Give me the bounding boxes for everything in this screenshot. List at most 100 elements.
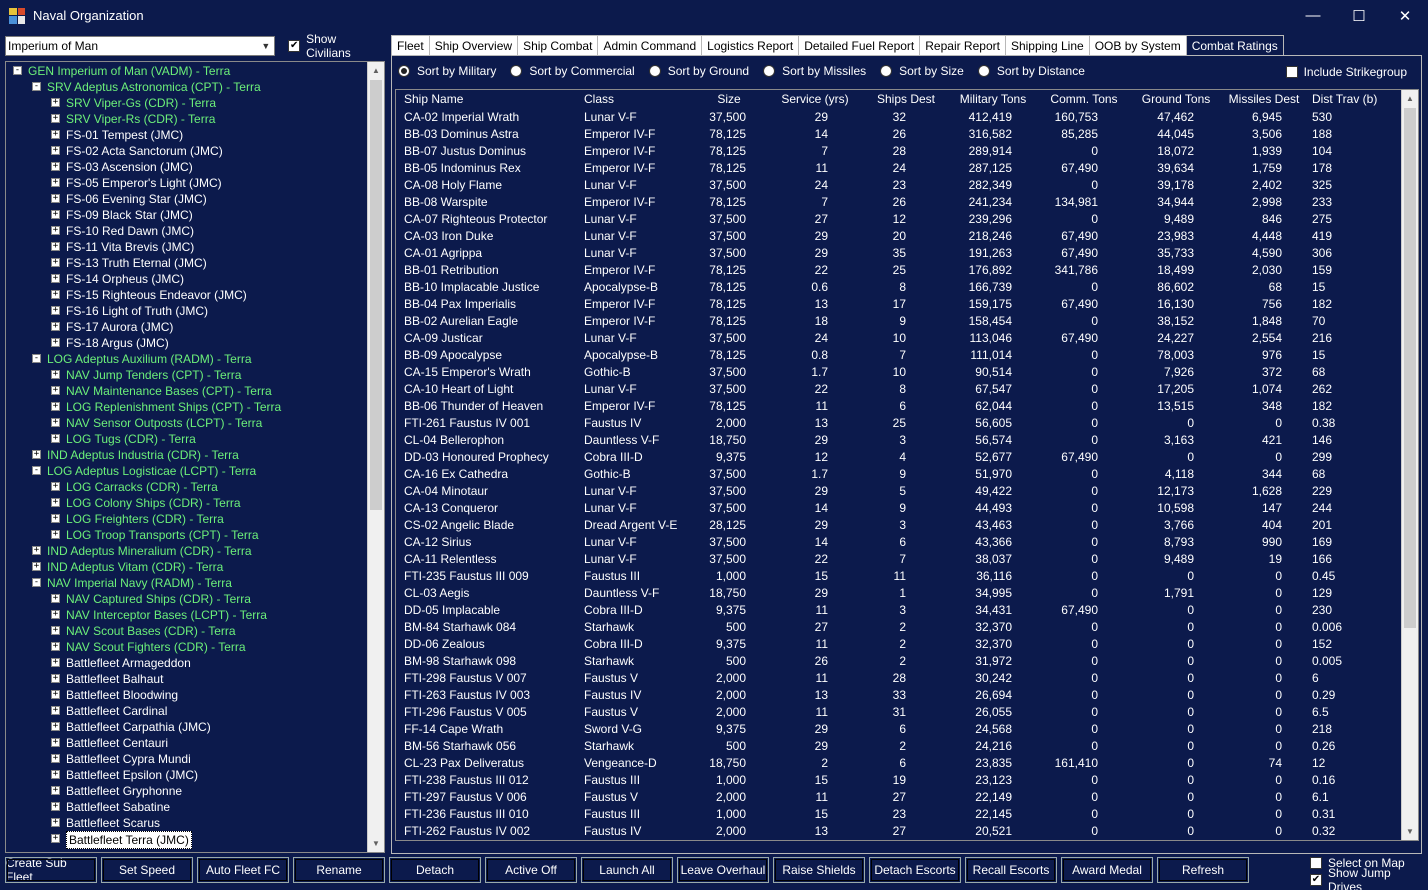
tab-ship-overview[interactable]: Ship Overview xyxy=(429,35,519,56)
collapse-icon[interactable]: - xyxy=(32,466,41,475)
include-strikegroup-checkbox[interactable]: Include Strikegroup xyxy=(1285,65,1407,79)
tree-node-label[interactable]: FS-14 Orpheus (JMC) xyxy=(66,271,184,287)
column-header[interactable]: Missiles Dest xyxy=(1224,90,1304,108)
table-row[interactable]: FTI-236 Faustus III 010 Faustus III 1,000 1… xyxy=(396,805,1403,822)
tree-node[interactable]: + Battlefleet Armageddon xyxy=(6,655,384,671)
tree-node[interactable]: + LOG Troop Transports (CPT) - Terra xyxy=(6,527,384,543)
tree-node-label[interactable]: NAV Sensor Outposts (LCPT) - Terra xyxy=(66,415,262,431)
tab-admin-command[interactable]: Admin Command xyxy=(598,35,703,56)
table-row[interactable]: BB-02 Aurelian Eagle Emperor IV-F 78,125 18… xyxy=(396,312,1403,329)
table-row[interactable]: BB-01 Retribution Emperor IV-F 78,125 22 25 1… xyxy=(396,261,1403,278)
table-row[interactable]: FTI-261 Faustus IV 001 Faustus IV 2,000 13 2… xyxy=(396,414,1403,431)
tree-node-label[interactable]: NAV Scout Fighters (CDR) - Terra xyxy=(66,639,246,655)
active-off-button[interactable]: Active Off xyxy=(485,857,577,883)
sort-radio-sort-by-distance[interactable]: Sort by Distance xyxy=(977,64,1085,78)
checkbox-box[interactable] xyxy=(1285,66,1298,78)
expand-icon[interactable]: + xyxy=(51,386,60,395)
column-header[interactable]: Ship Name xyxy=(396,90,576,108)
table-row[interactable]: BB-05 Indominus Rex Emperor IV-F 78,125 11 2… xyxy=(396,159,1403,176)
expand-icon[interactable]: + xyxy=(51,242,60,251)
tree-node[interactable]: + LOG Replenishment Ships (CPT) - Terra xyxy=(6,399,384,415)
grid-scrollbar[interactable]: ▲ ▼ xyxy=(1401,90,1418,840)
table-row[interactable]: DD-03 Honoured Prophecy Cobra III-D 9,375 1… xyxy=(396,448,1403,465)
column-header[interactable]: Ships Dest xyxy=(866,90,946,108)
tree-node[interactable]: + Battlefleet Sabatine xyxy=(6,799,384,815)
tree-node-label[interactable]: SRV Viper-Rs (CDR) - Terra xyxy=(66,111,215,127)
expand-icon[interactable]: + xyxy=(51,178,60,187)
expand-icon[interactable]: + xyxy=(51,802,60,811)
tree-node[interactable]: - NAV Imperial Navy (RADM) - Terra xyxy=(6,575,384,591)
expand-icon[interactable]: + xyxy=(51,642,60,651)
race-dropdown[interactable]: Imperium of Man ▼ xyxy=(5,36,276,56)
tree-node-label[interactable]: LOG Troop Transports (CPT) - Terra xyxy=(66,527,259,543)
tree-node[interactable]: + Battlefleet Epsilon (JMC) xyxy=(6,767,384,783)
table-row[interactable]: CL-04 Bellerophon Dauntless V-F 18,750 29 3 5… xyxy=(396,431,1403,448)
table-row[interactable]: FF-14 Cape Wrath Sword V-G 9,375 29 6 24,568 0… xyxy=(396,720,1403,737)
expand-icon[interactable]: + xyxy=(51,482,60,491)
tab-repair-report[interactable]: Repair Report xyxy=(920,35,1006,56)
table-row[interactable]: CA-04 Minotaur Lunar V-F 37,500 29 5 49,422 0 1… xyxy=(396,482,1403,499)
tree-node-label[interactable]: NAV Jump Tenders (CPT) - Terra xyxy=(66,367,241,383)
tree-node-label[interactable]: FS-01 Tempest (JMC) xyxy=(66,127,183,143)
table-row[interactable]: CA-08 Holy Flame Lunar V-F 37,500 24 23 282,3… xyxy=(396,176,1403,193)
tree-node-label[interactable]: FS-03 Ascension (JMC) xyxy=(66,159,193,175)
combat-ratings-grid[interactable]: Ship Name Class Size Service (yrs) Ships Des… xyxy=(395,89,1419,841)
table-row[interactable]: BB-04 Pax Imperialis Emperor IV-F 78,125 13… xyxy=(396,295,1403,312)
tree-node-label[interactable]: FS-15 Righteous Endeavor (JMC) xyxy=(66,287,247,303)
expand-icon[interactable]: + xyxy=(51,146,60,155)
tree-node-label[interactable]: Battlefleet Epsilon (JMC) xyxy=(66,767,198,783)
expand-icon[interactable]: + xyxy=(32,450,41,459)
table-row[interactable]: CS-02 Angelic Blade Dread Argent V-E 28,12… xyxy=(396,516,1403,533)
expand-icon[interactable]: + xyxy=(51,658,60,667)
tree-node[interactable]: + Battlefleet Terra (JMC) xyxy=(6,831,384,849)
column-header[interactable]: Comm. Tons xyxy=(1040,90,1128,108)
sort-radio-sort-by-size[interactable]: Sort by Size xyxy=(880,64,964,78)
expand-icon[interactable]: + xyxy=(51,818,60,827)
table-row[interactable]: BM-56 Starhawk 056 Starhawk 500 29 2 24,216 0 0… xyxy=(396,737,1403,754)
table-row[interactable]: BM-98 Starhawk 098 Starhawk 500 26 2 31,972 0 0… xyxy=(396,652,1403,669)
tree-scrollbar[interactable]: ▲ ▼ xyxy=(367,62,384,852)
tree-node-label[interactable]: FS-11 Vita Brevis (JMC) xyxy=(66,239,194,255)
tree-node[interactable]: - GEN Imperium of Man (VADM) - Terra xyxy=(6,63,384,79)
tree-node[interactable]: + SRV Viper-Rs (CDR) - Terra xyxy=(6,111,384,127)
table-row[interactable]: CA-09 Justicar Lunar V-F 37,500 24 10 113,046… xyxy=(396,329,1403,346)
radio-button[interactable] xyxy=(977,65,990,77)
table-row[interactable]: BB-06 Thunder of Heaven Emperor IV-F 78,12… xyxy=(396,397,1403,414)
expand-icon[interactable]: + xyxy=(51,274,60,283)
tree-node[interactable]: + LOG Tugs (CDR) - Terra xyxy=(6,431,384,447)
radio-button[interactable] xyxy=(510,65,523,77)
table-row[interactable]: BB-08 Warspite Emperor IV-F 78,125 7 26 241,2… xyxy=(396,193,1403,210)
table-row[interactable]: CA-03 Iron Duke Lunar V-F 37,500 29 20 218,24… xyxy=(396,227,1403,244)
expand-icon[interactable]: + xyxy=(51,162,60,171)
tree-node[interactable]: + LOG Colony Ships (CDR) - Terra xyxy=(6,495,384,511)
sort-radio-sort-by-ground[interactable]: Sort by Ground xyxy=(648,64,749,78)
tree-node-label[interactable]: Battlefleet Armageddon xyxy=(66,655,191,671)
expand-icon[interactable]: + xyxy=(51,434,60,443)
radio-button[interactable] xyxy=(648,65,661,77)
tree-node[interactable]: + SRV Viper-Gs (CDR) - Terra xyxy=(6,95,384,111)
expand-icon[interactable]: + xyxy=(51,530,60,539)
expand-icon[interactable]: + xyxy=(51,370,60,379)
tree-node[interactable]: + IND Adeptus Mineralium (CDR) - Terra xyxy=(6,543,384,559)
collapse-icon[interactable]: - xyxy=(32,578,41,587)
maximize-button[interactable]: ☐ xyxy=(1336,0,1382,31)
tree-node-label[interactable]: LOG Adeptus Auxilium (RADM) - Terra xyxy=(47,351,252,367)
tree-node[interactable]: + IND Adeptus Vitam (CDR) - Terra xyxy=(6,559,384,575)
tree-node[interactable]: + Battlefleet Balhaut xyxy=(6,671,384,687)
raise-shields-button[interactable]: Raise Shields xyxy=(773,857,865,883)
scroll-up-icon[interactable]: ▲ xyxy=(1402,90,1418,107)
tree-node-label[interactable]: FS-05 Emperor's Light (JMC) xyxy=(66,175,222,191)
tree-node-label[interactable]: FS-09 Black Star (JMC) xyxy=(66,207,193,223)
expand-icon[interactable]: + xyxy=(51,754,60,763)
tree-node-label[interactable]: Battlefleet Gryphonne xyxy=(66,783,182,799)
expand-icon[interactable]: + xyxy=(51,722,60,731)
tree-node-label[interactable]: Battlefleet Sabatine xyxy=(66,799,170,815)
checkbox-box[interactable]: ✔ xyxy=(288,40,301,52)
close-button[interactable]: ✕ xyxy=(1382,0,1428,31)
expand-icon[interactable]: + xyxy=(51,834,60,843)
table-row[interactable]: BB-03 Dominus Astra Emperor IV-F 78,125 14 2… xyxy=(396,125,1403,142)
tree-node-label[interactable]: NAV Imperial Navy (RADM) - Terra xyxy=(47,575,232,591)
tree-node-label[interactable]: NAV Captured Ships (CDR) - Terra xyxy=(66,591,251,607)
table-row[interactable]: CL-03 Aegis Dauntless V-F 18,750 29 1 34,995 0… xyxy=(396,584,1403,601)
tree-node[interactable]: + NAV Interceptor Bases (LCPT) - Terra xyxy=(6,607,384,623)
